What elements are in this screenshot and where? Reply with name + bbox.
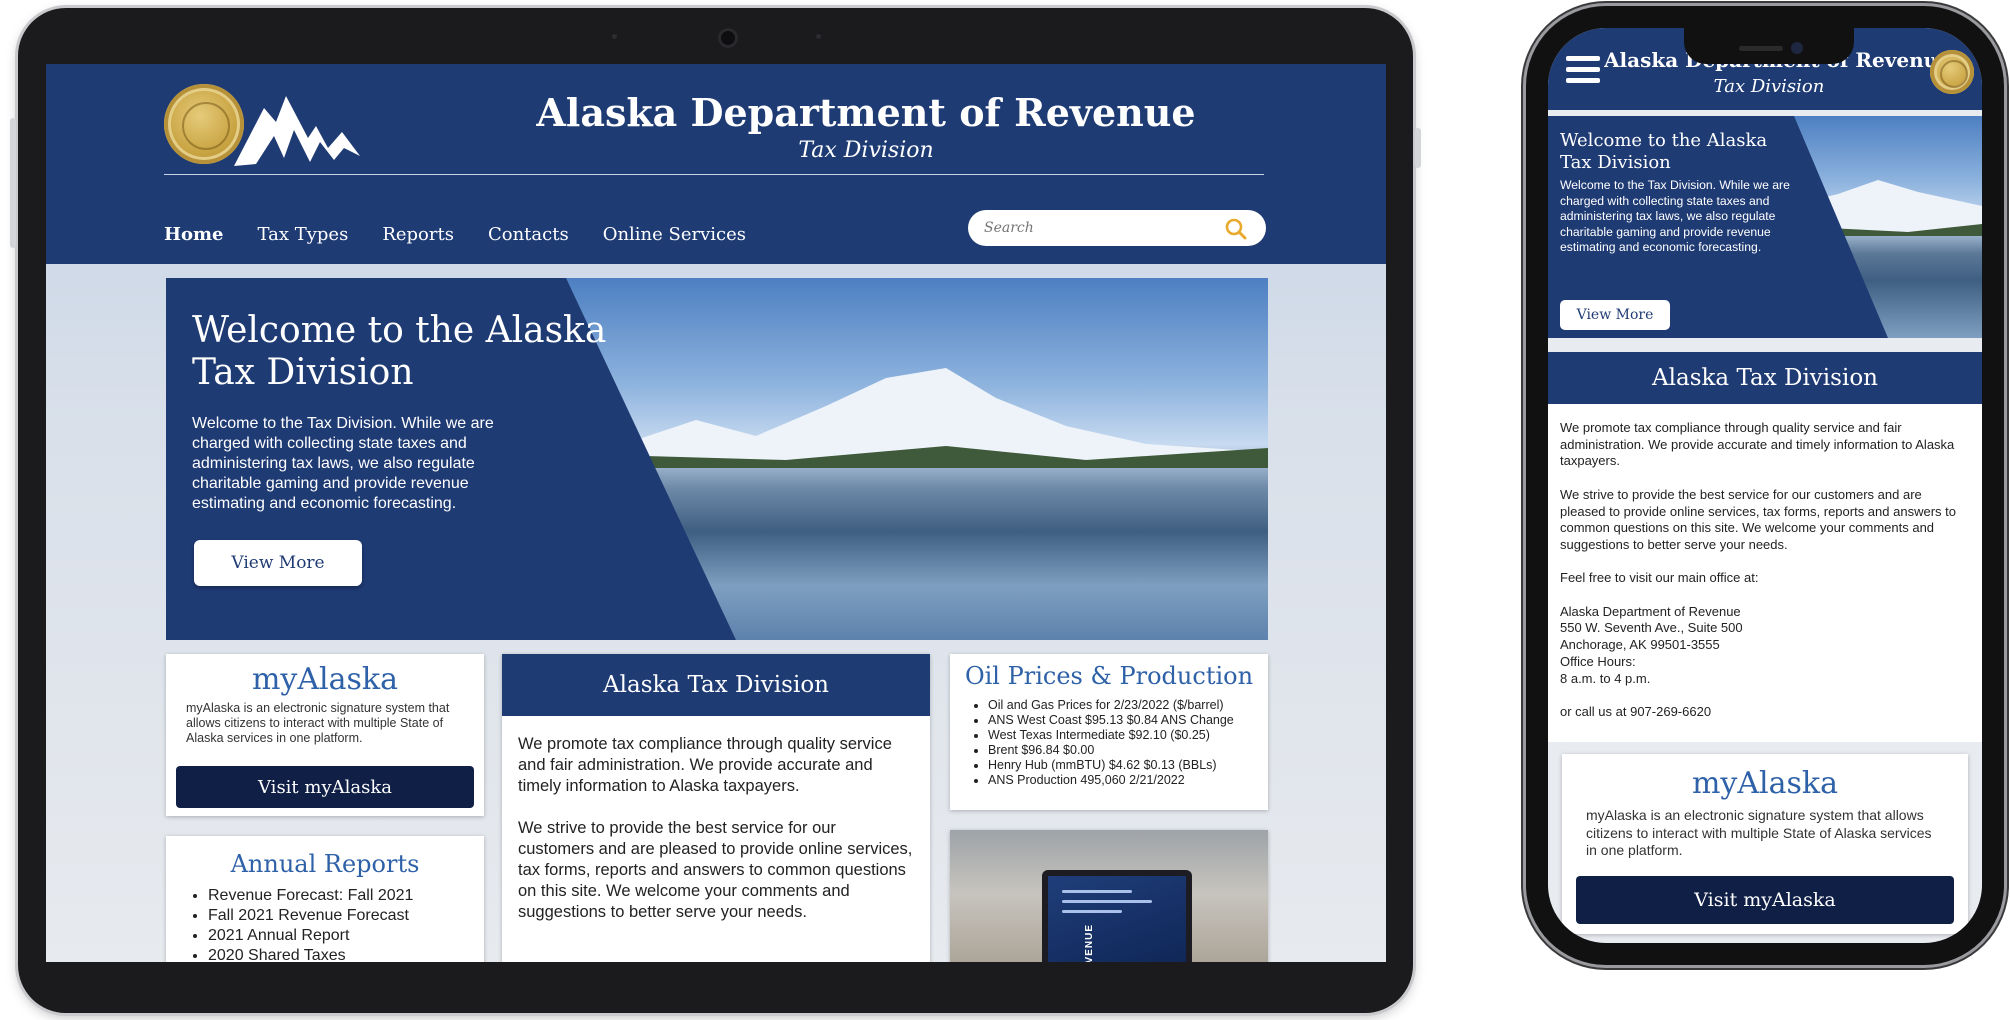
report-link[interactable]: 2020 Shared Taxes: [208, 946, 484, 962]
laptop-photo: REVENUE: [950, 830, 1268, 962]
search-icon[interactable]: [1224, 217, 1248, 241]
mobile-myalaska-card: myAlaska myAlaska is an electronic signa…: [1562, 754, 1968, 934]
mobile-hero-heading: Welcome to the Alaska Tax Division: [1560, 130, 1768, 173]
mobile-visit-myalaska-button[interactable]: Visit myAlaska: [1576, 876, 1954, 924]
mobile-myalaska-text: myAlaska is an electronic signature syst…: [1586, 807, 1932, 858]
laptop-image: REVENUE: [1042, 870, 1192, 962]
address-line: Anchorage, AK 99501-3555: [1560, 637, 1720, 653]
tablet-sensor: [816, 34, 821, 39]
mobile-body-para: We promote tax compliance through qualit…: [1560, 420, 1955, 469]
mobile-view-more-button[interactable]: View More: [1560, 300, 1670, 330]
mobile-hero-text: Welcome to the Tax Division. While we ar…: [1560, 178, 1790, 254]
hamburger-menu-icon[interactable]: [1566, 56, 1600, 84]
mobile-site-subtitle: Tax Division: [1713, 76, 1825, 97]
tablet-side-button: [10, 118, 16, 248]
mobile-body: We promote tax compliance through qualit…: [1548, 404, 1982, 742]
main-nav: Home Tax Types Reports Contacts Online S…: [164, 224, 746, 245]
annual-reports-list: Revenue Forecast: Fall 2021 Fall 2021 Re…: [208, 886, 484, 962]
office-address: Alaska Department of Revenue 550 W. Seve…: [1560, 604, 1970, 688]
oil-prices-list: Oil and Gas Prices for 2/23/2022 ($/barr…: [988, 698, 1268, 788]
site-title: Alaska Department of Revenue: [536, 90, 1196, 135]
address-line: 8 a.m. to 4 p.m.: [1560, 670, 1651, 686]
phone-notch: [1684, 28, 1854, 64]
myalaska-card: myAlaska myAlaska is an electronic signa…: [166, 654, 484, 816]
mobile-myalaska-title: myAlaska: [1691, 766, 1838, 801]
hero-heading: Welcome to the Alaska Tax Division: [192, 310, 607, 393]
nav-reports[interactable]: Reports: [382, 224, 454, 245]
oil-price-item: Oil and Gas Prices for 2/23/2022 ($/barr…: [988, 698, 1268, 713]
tablet-sensor: [612, 34, 617, 39]
mobile-body-para: Feel free to visit our main office at:: [1560, 570, 1759, 586]
search-box: [968, 210, 1266, 246]
tablet-camera: [718, 28, 738, 48]
laptop-screen-text: REVENUE: [1084, 924, 1095, 962]
mobile-body-para: We strive to provide the best service fo…: [1560, 486, 1956, 552]
report-link[interactable]: Fall 2021 Revenue Forecast: [208, 906, 484, 926]
hero-text: Welcome to the Tax Division. While we ar…: [192, 415, 494, 512]
oil-prices-card: Oil Prices & Production Oil and Gas Pric…: [950, 654, 1268, 810]
visit-myalaska-button[interactable]: Visit myAlaska: [176, 766, 474, 808]
search-input[interactable]: [984, 220, 1214, 236]
address-line: Alaska Department of Revenue: [1560, 603, 1741, 619]
myalaska-title: myAlaska: [251, 662, 398, 697]
phone-screen: Alaska Department of Revenue Tax Divisio…: [1548, 28, 1982, 943]
tablet-device: Alaska Department of Revenue Tax Divisio…: [10, 8, 1421, 1013]
tax-division-card: Alaska Tax Division We promote tax compl…: [502, 654, 930, 962]
tablet-side-button: [1415, 128, 1421, 168]
tax-division-title: Alaska Tax Division: [502, 654, 930, 716]
oil-price-item: ANS Production 495,060 2/21/2022: [988, 773, 1268, 788]
myalaska-text: myAlaska is an electronic signature syst…: [186, 701, 450, 745]
header-divider: [164, 174, 1264, 175]
report-link[interactable]: 2021 Annual Report: [208, 926, 484, 946]
site-subtitle: Tax Division: [798, 138, 934, 163]
nav-home[interactable]: Home: [164, 224, 224, 245]
tablet-screen: Alaska Department of Revenue Tax Divisio…: [46, 64, 1386, 962]
phone-device: Alaska Department of Revenue Tax Divisio…: [1526, 6, 2004, 965]
view-more-button[interactable]: View More: [194, 540, 362, 586]
oil-prices-title: Oil Prices & Production: [964, 662, 1254, 690]
oil-price-item: Brent $96.84 $0.00: [988, 743, 1268, 758]
oil-price-item: West Texas Intermediate $92.10 ($0.25): [988, 728, 1268, 743]
address-line: 550 W. Seventh Ave., Suite 500: [1560, 620, 1743, 636]
mobile-hero-banner: Welcome to the Alaska Tax Division Welco…: [1548, 116, 1982, 338]
nav-tax-types[interactable]: Tax Types: [258, 224, 349, 245]
tax-division-para: We strive to provide the best service fo…: [518, 819, 913, 921]
nav-online-services[interactable]: Online Services: [603, 224, 746, 245]
hero-banner: Welcome to the Alaska Tax Division Welco…: [166, 278, 1268, 640]
state-seal-icon: [1930, 50, 1974, 94]
annual-reports-card: Annual Reports Revenue Forecast: Fall 20…: [166, 836, 484, 962]
annual-reports-title: Annual Reports: [230, 850, 420, 878]
nav-contacts[interactable]: Contacts: [488, 224, 569, 245]
tax-division-para: We promote tax compliance through qualit…: [518, 735, 892, 795]
phone-contact: or call us at 907-269-6620: [1560, 703, 1712, 719]
address-line: Office Hours:: [1560, 653, 1636, 669]
oil-price-item: ANS West Coast $95.13 $0.84 ANS Change: [988, 713, 1268, 728]
oil-price-item: Henry Hub (mmBTU) $4.62 $0.13 (BBLs): [988, 758, 1268, 773]
site-header: Alaska Department of Revenue Tax Divisio…: [46, 64, 1386, 264]
mobile-section-title: Alaska Tax Division: [1548, 352, 1982, 404]
report-link[interactable]: Revenue Forecast: Fall 2021: [208, 886, 484, 906]
